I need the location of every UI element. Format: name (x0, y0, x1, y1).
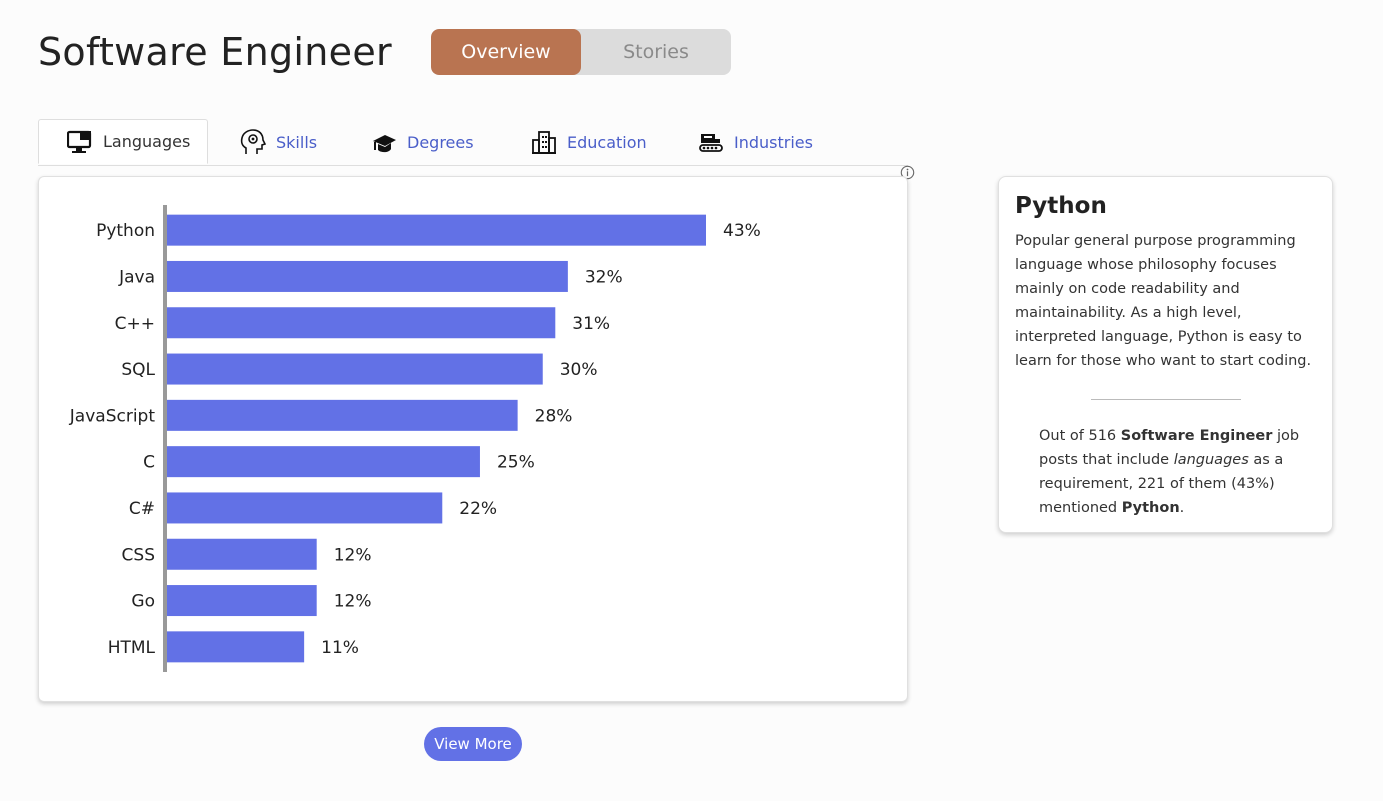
bar-c-[interactable] (166, 492, 443, 524)
value-label: 12% (334, 545, 372, 565)
graduation-cap-icon (373, 135, 396, 153)
stories-toggle-button[interactable]: Stories (581, 29, 731, 75)
stat-category: languages (1173, 452, 1249, 468)
tab-skills[interactable]: Skills (238, 119, 317, 165)
value-label: 30% (560, 360, 598, 380)
stat-language: Python (1121, 500, 1180, 516)
tab-label: Languages (103, 132, 191, 151)
category-label: Java (118, 267, 155, 287)
tab-education[interactable]: Education (531, 119, 647, 165)
languages-bar-chart: Python 43% Java 32% C++ 31% SQL 30% JavaScript 28… (69, 205, 761, 672)
detail-stat: Out of 516 Software Engineer job posts t… (1039, 424, 1309, 520)
category-label: Python (96, 221, 155, 241)
bar-html[interactable] (166, 631, 305, 663)
bar-sql[interactable] (166, 353, 543, 385)
value-label: 31% (572, 314, 610, 334)
category-label: Go (131, 592, 155, 612)
value-label: 28% (535, 406, 573, 426)
bar-python[interactable] (166, 214, 706, 246)
category-label: HTML (108, 638, 156, 658)
tab-industries[interactable]: Industries (698, 119, 813, 165)
bar-css[interactable] (166, 538, 317, 570)
bar-c[interactable] (166, 446, 480, 478)
tab-label: Education (567, 132, 647, 152)
stat-suffix: . (1179, 500, 1185, 516)
category-label: JavaScript (69, 406, 156, 426)
bar-java[interactable] (166, 260, 568, 292)
divider (1090, 399, 1241, 400)
category-label: C++ (115, 314, 155, 334)
tab-degrees[interactable]: Degrees (371, 119, 474, 165)
value-label: 22% (459, 499, 497, 519)
monitor-icon (67, 130, 92, 153)
tab-label: Degrees (407, 132, 474, 152)
category-label: SQL (121, 360, 155, 380)
detail-title: Python (1015, 193, 1107, 219)
overview-toggle-button[interactable]: Overview (431, 29, 581, 75)
tab-label: Industries (734, 132, 813, 152)
detail-description: Popular general purpose programming lang… (1015, 233, 1312, 369)
view-more-button[interactable]: View More (424, 727, 522, 761)
category-label: C# (129, 499, 155, 519)
value-label: 43% (723, 221, 761, 241)
languages-chart-card: Python 43% Java 32% C++ 31% SQL 30% JavaScript 28… (38, 176, 908, 702)
tab-languages[interactable]: Languages (38, 119, 208, 164)
category-tabs: Languages Skills Degrees Education Indus… (38, 119, 908, 166)
bar-javascript[interactable] (166, 399, 518, 431)
stat-prefix: Out of 516 (1039, 428, 1121, 444)
stat-role: Software Engineer (1120, 428, 1273, 444)
value-label: 11% (321, 638, 359, 658)
value-label: 25% (497, 453, 535, 473)
value-label: 32% (585, 267, 623, 287)
head-gear-icon (240, 129, 266, 154)
tab-label: Skills (276, 132, 318, 152)
building-icon (532, 131, 556, 154)
page-title: Software Engineer (38, 30, 392, 74)
factory-icon (699, 134, 723, 152)
category-label: CSS (122, 545, 155, 565)
value-label: 12% (334, 592, 372, 612)
bar-c-[interactable] (166, 307, 556, 339)
bar-go[interactable] (166, 585, 317, 617)
view-toggle: Overview Stories (431, 29, 731, 75)
category-label: C (143, 453, 155, 473)
language-detail-card: Python Popular general purpose programmi… (998, 176, 1333, 533)
